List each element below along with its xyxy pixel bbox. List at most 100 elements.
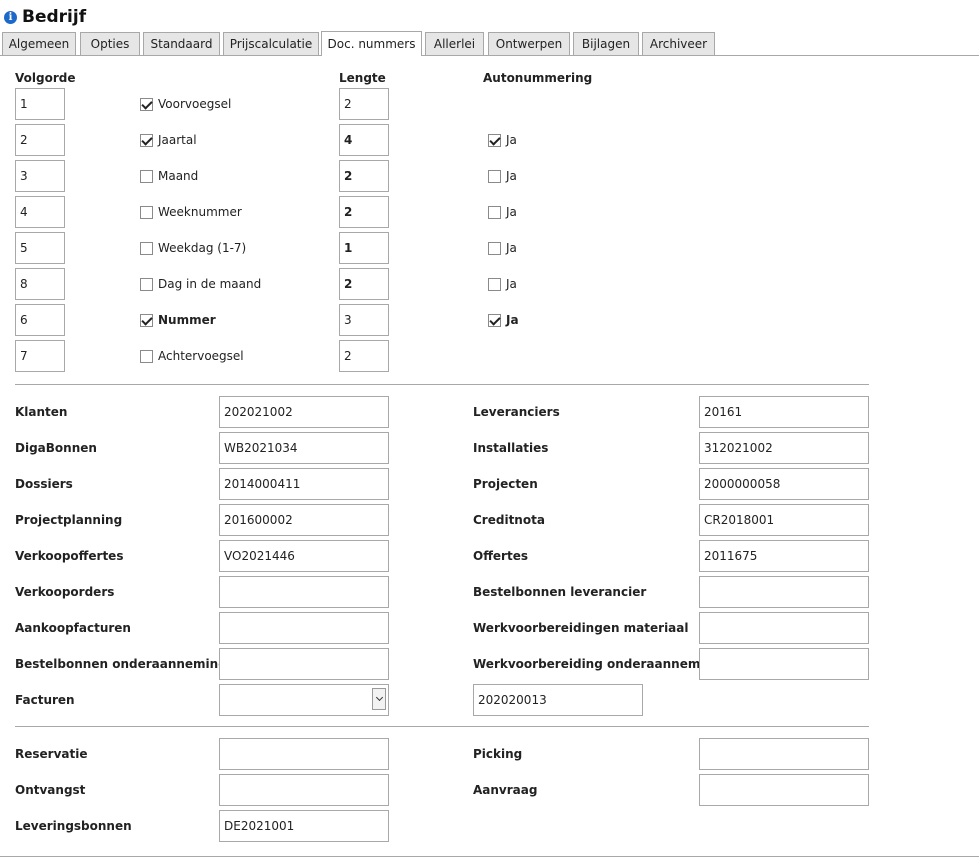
input-verkooporders[interactable] <box>219 576 389 608</box>
length-input-suffix[interactable] <box>339 340 389 372</box>
page-header: i Bedrijf <box>4 6 86 28</box>
info-icon[interactable]: i <box>4 10 17 24</box>
order-input-prefix[interactable] <box>15 88 65 120</box>
label-klanten: Klanten <box>15 405 68 419</box>
input-invoice-number[interactable] <box>473 684 643 716</box>
label-aankoopfacturen: Aankoopfacturen <box>15 621 131 635</box>
input-aanvraag[interactable] <box>699 774 869 806</box>
order-input-year[interactable] <box>15 124 65 156</box>
checkbox-month[interactable] <box>140 170 153 183</box>
page-title: Bedrijf <box>22 7 87 27</box>
order-input-weekday[interactable] <box>15 232 65 264</box>
label-leveranciers: Leveranciers <box>473 405 560 419</box>
label-projectplanning: Projectplanning <box>15 513 123 527</box>
tab-ontwerpen[interactable]: Ontwerpen <box>488 32 570 55</box>
label-number: Nummer <box>158 313 216 327</box>
input-werkvoorbereidingen-materiaal[interactable] <box>699 612 869 644</box>
input-verkoopoffertes[interactable] <box>219 540 389 572</box>
label-projecten: Projecten <box>473 477 538 491</box>
section-divider <box>15 384 869 385</box>
length-input-month[interactable] <box>339 160 389 192</box>
length-input-number[interactable] <box>339 304 389 336</box>
label-verkoopoffertes: Verkoopoffertes <box>15 549 124 563</box>
input-ontvangst[interactable] <box>219 774 389 806</box>
bottom-border <box>0 856 979 857</box>
label-ontvangst: Ontvangst <box>15 783 86 797</box>
order-input-weeknumber[interactable] <box>15 196 65 228</box>
length-input-weekday[interactable] <box>339 232 389 264</box>
auto-checkbox-year[interactable] <box>488 134 501 147</box>
auto-label-month: Ja <box>506 169 517 183</box>
order-input-month[interactable] <box>15 160 65 192</box>
auto-label-weeknumber: Ja <box>506 205 517 219</box>
input-leveringsbonnen[interactable] <box>219 810 389 842</box>
tab-opties[interactable]: Opties <box>80 32 140 55</box>
input-reservatie[interactable] <box>219 738 389 770</box>
label-creditnota: Creditnota <box>473 513 545 527</box>
checkbox-weekday[interactable] <box>140 242 153 255</box>
tab-bijlagen[interactable]: Bijlagen <box>573 32 639 55</box>
input-werkvoorbereiding-onderaanneming[interactable] <box>699 648 869 680</box>
label-bestelbonnen-onderaanneming: Bestelbonnen onderaanneming <box>15 657 227 671</box>
input-klanten[interactable] <box>219 396 389 428</box>
input-projecten[interactable] <box>699 468 869 500</box>
input-digabonnen[interactable] <box>219 432 389 464</box>
checkbox-number[interactable] <box>140 314 153 327</box>
length-input-day-of-month[interactable] <box>339 268 389 300</box>
length-input-prefix[interactable] <box>339 88 389 120</box>
length-input-weeknumber[interactable] <box>339 196 389 228</box>
input-bestelbonnen-onderaanneming[interactable] <box>219 648 389 680</box>
tab-algemeen[interactable]: Algemeen <box>2 32 76 55</box>
auto-checkbox-weekday[interactable] <box>488 242 501 255</box>
label-werkvoorbereiding-onderaanneming: Werkvoorbereiding onderaanneming <box>473 657 722 671</box>
input-bestelbonnen-leverancier[interactable] <box>699 576 869 608</box>
label-weekday: Weekdag (1-7) <box>158 241 247 255</box>
label-prefix: Voorvoegsel <box>158 97 232 111</box>
auto-label-number: Ja <box>506 313 519 327</box>
label-year: Jaartal <box>158 133 197 147</box>
length-header: Lengte <box>339 71 386 85</box>
label-reservatie: Reservatie <box>15 747 88 761</box>
tab-allerlei[interactable]: Allerlei <box>425 32 484 55</box>
tab-standaard[interactable]: Standaard <box>143 32 220 55</box>
tab-prijscalculatie[interactable]: Prijscalculatie <box>223 32 319 55</box>
input-aankoopfacturen[interactable] <box>219 612 389 644</box>
tab-archiveer[interactable]: Archiveer <box>642 32 715 55</box>
input-picking[interactable] <box>699 738 869 770</box>
auto-checkbox-number[interactable] <box>488 314 501 327</box>
tab-divider <box>0 55 979 56</box>
auto-checkbox-day-of-month[interactable] <box>488 278 501 291</box>
input-dossiers[interactable] <box>219 468 389 500</box>
input-installaties[interactable] <box>699 432 869 464</box>
checkbox-prefix[interactable] <box>140 98 153 111</box>
input-projectplanning[interactable] <box>219 504 389 536</box>
input-leveranciers[interactable] <box>699 396 869 428</box>
input-creditnota[interactable] <box>699 504 869 536</box>
chevron-down-icon[interactable] <box>372 688 386 710</box>
checkbox-day-of-month[interactable] <box>140 278 153 291</box>
checkbox-suffix[interactable] <box>140 350 153 363</box>
tab-doc-nummers[interactable]: Doc. nummers <box>321 31 422 56</box>
auto-checkbox-month[interactable] <box>488 170 501 183</box>
autonumbering-header: Autonummering <box>483 71 593 85</box>
label-picking: Picking <box>473 747 523 761</box>
input-offertes[interactable] <box>699 540 869 572</box>
label-leveringsbonnen: Leveringsbonnen <box>15 819 132 833</box>
order-input-suffix[interactable] <box>15 340 65 372</box>
label-weeknumber: Weeknummer <box>158 205 242 219</box>
label-installaties: Installaties <box>473 441 549 455</box>
label-werkvoorbereidingen-materiaal: Werkvoorbereidingen materiaal <box>473 621 689 635</box>
order-header: Volgorde <box>15 71 76 85</box>
facturen-select[interactable] <box>219 684 389 716</box>
auto-checkbox-weeknumber[interactable] <box>488 206 501 219</box>
order-input-number[interactable] <box>15 304 65 336</box>
label-dossiers: Dossiers <box>15 477 73 491</box>
checkbox-year[interactable] <box>140 134 153 147</box>
auto-label-day-of-month: Ja <box>506 277 517 291</box>
length-input-year[interactable] <box>339 124 389 156</box>
label-digabonnen: DigaBonnen <box>15 441 97 455</box>
label-aanvraag: Aanvraag <box>473 783 538 797</box>
checkbox-weeknumber[interactable] <box>140 206 153 219</box>
order-input-day-of-month[interactable] <box>15 268 65 300</box>
label-offertes: Offertes <box>473 549 528 563</box>
